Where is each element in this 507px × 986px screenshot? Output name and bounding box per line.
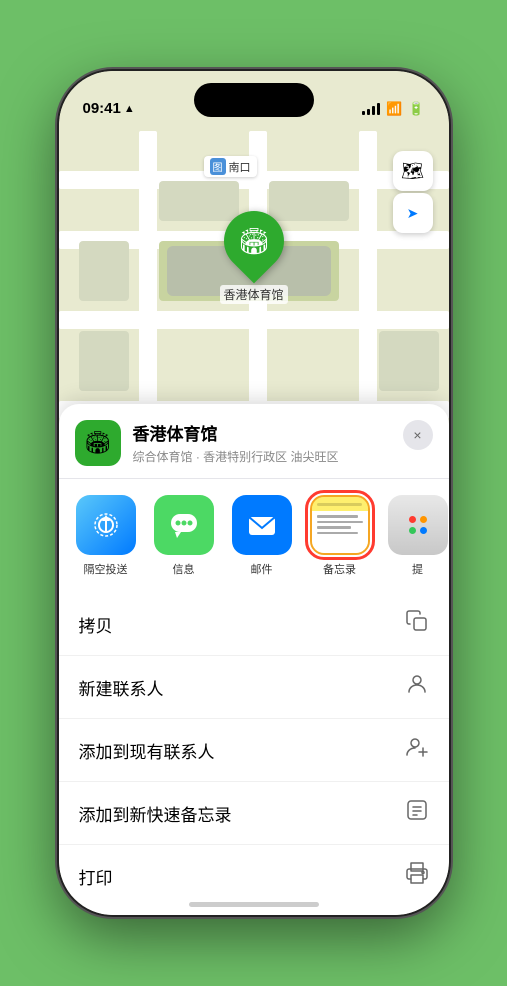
location-arrow-icon: ▲	[124, 103, 135, 115]
airdrop-icon	[76, 495, 136, 555]
location-icon: 🏟	[75, 420, 121, 466]
action-print[interactable]: 打印	[59, 845, 449, 907]
add-to-notes-label: 添加到新快速备忘录	[79, 801, 232, 826]
more-icon	[388, 495, 448, 555]
share-item-more[interactable]: 提	[383, 495, 449, 577]
share-row: 隔空投送 信息	[59, 479, 449, 585]
map-district-label: 图 南口	[204, 156, 257, 177]
notes-label: 备忘录	[323, 561, 356, 577]
location-name: 香港体育馆	[133, 420, 391, 445]
location-header: 🏟 香港体育馆 综合体育馆 · 香港特别行政区 油尖旺区 ×	[59, 404, 449, 479]
messages-label: 信息	[173, 561, 195, 577]
airdrop-label: 隔空投送	[84, 561, 128, 577]
location-info: 香港体育馆 综合体育馆 · 香港特别行政区 油尖旺区	[133, 420, 391, 465]
add-to-contact-icon	[405, 735, 429, 765]
signal-bars	[362, 103, 380, 115]
stadium-marker: 🏟 香港体育馆	[219, 211, 287, 304]
status-time: 09:41 ▲	[83, 100, 135, 117]
action-list: 拷贝 新建联系人	[59, 585, 449, 915]
action-new-contact[interactable]: 新建联系人	[59, 656, 449, 719]
share-item-mail[interactable]: 邮件	[227, 495, 297, 577]
dynamic-island	[194, 83, 314, 117]
more-label: 提	[412, 561, 423, 577]
mail-icon	[232, 495, 292, 555]
marker-label: 香港体育馆	[219, 285, 287, 304]
time-display: 09:41	[83, 100, 121, 117]
phone-screen: 09:41 ▲ 📶 🔋	[59, 71, 449, 915]
home-indicator	[189, 902, 319, 907]
print-label: 打印	[79, 864, 113, 889]
phone-frame: 09:41 ▲ 📶 🔋	[59, 71, 449, 915]
map-layers-button[interactable]: 🗺	[393, 151, 433, 191]
print-icon	[405, 861, 429, 891]
map-controls: 🗺 ➤	[393, 151, 433, 233]
action-copy[interactable]: 拷贝	[59, 593, 449, 656]
new-contact-label: 新建联系人	[79, 675, 164, 700]
map-location-icon: ➤	[407, 205, 419, 222]
location-subtitle: 综合体育馆 · 香港特别行政区 油尖旺区	[133, 448, 391, 465]
copy-label: 拷贝	[79, 612, 113, 637]
close-button[interactable]: ×	[403, 420, 433, 450]
share-item-messages[interactable]: 信息	[149, 495, 219, 577]
bottom-sheet: 🏟 香港体育馆 综合体育馆 · 香港特别行政区 油尖旺区 ×	[59, 404, 449, 915]
battery-icon: 🔋	[408, 101, 424, 117]
notes-icon	[310, 495, 370, 555]
wifi-icon: 📶	[386, 101, 402, 117]
new-contact-icon	[405, 672, 429, 702]
share-item-airdrop[interactable]: 隔空投送	[71, 495, 141, 577]
share-item-notes[interactable]: 备忘录	[305, 495, 375, 577]
add-to-notes-icon	[405, 798, 429, 828]
add-to-contact-label: 添加到现有联系人	[79, 738, 215, 763]
action-add-to-contact[interactable]: 添加到现有联系人	[59, 719, 449, 782]
messages-icon	[154, 495, 214, 555]
status-icons: 📶 🔋	[362, 101, 424, 117]
action-add-to-notes[interactable]: 添加到新快速备忘录	[59, 782, 449, 845]
map-location-button[interactable]: ➤	[393, 193, 433, 233]
mail-label: 邮件	[251, 561, 273, 577]
map-layers-icon: 🗺	[401, 161, 424, 182]
copy-icon	[405, 609, 429, 639]
